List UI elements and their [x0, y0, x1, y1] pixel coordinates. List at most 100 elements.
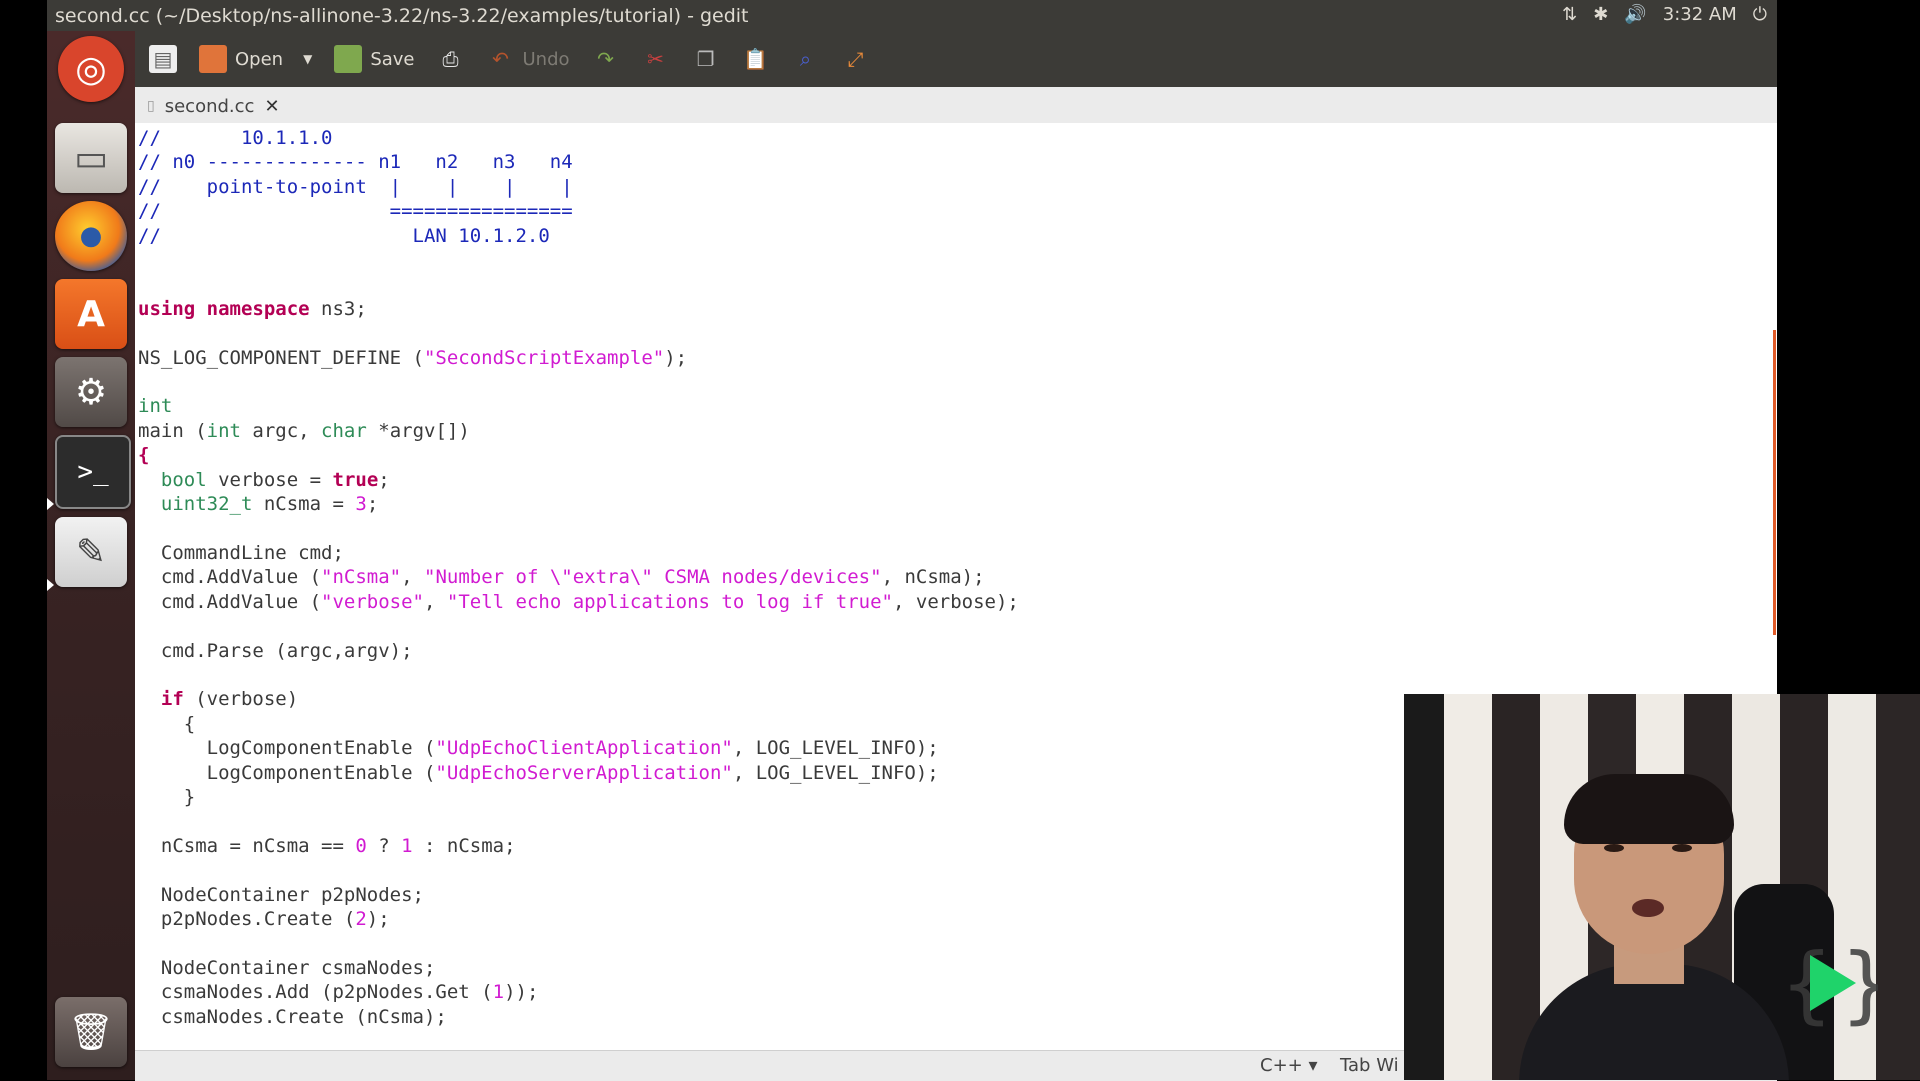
code-line[interactable]: csmaNodes.Create (nCsma); — [138, 1005, 1019, 1029]
close-icon[interactable]: ✕ — [264, 96, 279, 117]
code-token: : nCsma; — [412, 834, 516, 857]
bluetooth-icon[interactable]: ✱ — [1593, 4, 1608, 25]
code-line[interactable] — [138, 248, 1019, 272]
tab-width-selector[interactable]: Tab Wi — [1340, 1055, 1399, 1076]
scissors-icon: ✂ — [647, 47, 664, 71]
tab-bar: ▯ second.cc ✕ — [135, 87, 1777, 124]
code-line[interactable] — [138, 809, 1019, 833]
network-icon[interactable]: ⇅ — [1562, 4, 1577, 25]
code-token: *argv[]) — [366, 419, 470, 442]
code-line[interactable]: // n0 -------------- n1 n2 n3 n4 — [138, 150, 1019, 174]
code-line[interactable]: p2pNodes.Create (2); — [138, 907, 1019, 931]
code-line[interactable]: NS_LOG_COMPONENT_DEFINE ("SecondScriptEx… — [138, 346, 1019, 370]
software-glyph: A — [77, 293, 105, 335]
dash-home-icon[interactable]: ◎ — [58, 36, 124, 102]
undo-button[interactable]: ↶ Undo — [487, 45, 569, 73]
code-token: csmaNodes.Add (p2pNodes.Get ( — [138, 981, 493, 1004]
code-line[interactable]: if (verbose) — [138, 687, 1019, 711]
code-line[interactable]: { — [138, 443, 1019, 467]
code-token: "nCsma" — [321, 566, 402, 589]
code-token: NS_LOG_COMPONENT_DEFINE ( — [138, 346, 424, 369]
find-button[interactable]: ⌕ — [792, 45, 820, 73]
save-button[interactable]: Save — [334, 45, 415, 73]
paste-icon: 📋 — [743, 47, 768, 71]
copy-button[interactable]: ❐ — [692, 45, 720, 73]
code-token: // 10.1.1.0 — [138, 127, 333, 149]
code-line[interactable]: cmd.Parse (argc,argv); — [138, 639, 1019, 663]
system-tray: ⇅ ✱ 🔊 3:32 AM ⏻ — [1562, 4, 1767, 25]
text-editor-icon[interactable]: ✎ — [55, 517, 127, 587]
code-line[interactable]: // LAN 10.1.2.0 — [138, 224, 1019, 248]
code-token: 0 — [355, 834, 367, 857]
folder-icon — [199, 45, 227, 73]
code-line[interactable]: cmd.AddValue ("verbose", "Tell echo appl… — [138, 590, 1019, 614]
code-line[interactable]: bool verbose = true; — [138, 468, 1019, 492]
code-line[interactable] — [138, 663, 1019, 687]
code-token: p2pNodes.Create ( — [138, 908, 356, 930]
new-document-button[interactable]: ▤ — [149, 45, 177, 73]
code-token: NodeContainer csmaNodes; — [138, 956, 436, 979]
firefox-glyph: ● — [79, 221, 103, 251]
replace-button[interactable]: ⤢ — [842, 45, 870, 73]
power-icon[interactable]: ⏻ — [1753, 4, 1767, 25]
redo-button[interactable]: ↷ — [592, 45, 620, 73]
wall-stripe — [1404, 694, 1444, 1080]
person-eye — [1604, 844, 1624, 852]
code-line[interactable]: NodeContainer csmaNodes; — [138, 956, 1019, 980]
code-line[interactable]: } — [138, 785, 1019, 809]
code-line[interactable]: csmaNodes.Add (p2pNodes.Get (1)); — [138, 980, 1019, 1004]
code-line[interactable]: CommandLine cmd; — [138, 541, 1019, 565]
terminal-glyph: >_ — [77, 457, 109, 487]
code-line[interactable]: // ================ — [138, 199, 1019, 223]
code-line[interactable]: { — [138, 712, 1019, 736]
code-line[interactable] — [138, 517, 1019, 541]
code-line[interactable] — [138, 272, 1019, 296]
code-token: 2 — [355, 908, 367, 930]
firefox-icon[interactable]: ● — [55, 201, 127, 271]
code-token: ); — [664, 346, 688, 369]
wall-stripe — [1492, 694, 1540, 1080]
code-token: csmaNodes.Create (nCsma); — [138, 1005, 447, 1028]
terminal-icon[interactable]: >_ — [55, 435, 131, 509]
code-line[interactable]: uint32_t nCsma = 3; — [138, 492, 1019, 516]
code-line[interactable]: LogComponentEnable ("UdpEchoClientApplic… — [138, 736, 1019, 760]
open-button[interactable]: Open ▼ — [199, 45, 312, 73]
volume-icon[interactable]: 🔊 — [1624, 4, 1646, 25]
paste-button[interactable]: 📋 — [742, 45, 770, 73]
code-line[interactable] — [138, 858, 1019, 882]
redo-icon: ↷ — [597, 47, 614, 71]
code-line[interactable]: main (int argc, char *argv[]) — [138, 419, 1019, 443]
code-line[interactable]: LogComponentEnable ("UdpEchoServerApplic… — [138, 761, 1019, 785]
code-line[interactable]: using namespace ns3; — [138, 297, 1019, 321]
cut-button[interactable]: ✂ — [642, 45, 670, 73]
print-button[interactable]: ⎙ — [437, 45, 465, 73]
code-line[interactable]: int — [138, 394, 1019, 418]
code-line[interactable]: NodeContainer p2pNodes; — [138, 883, 1019, 907]
code-line[interactable]: cmd.AddValue ("nCsma", "Number of \"extr… — [138, 565, 1019, 589]
code-line[interactable] — [138, 321, 1019, 345]
code-token: ; — [366, 493, 379, 516]
language-selector[interactable]: C++ ▾ — [1260, 1055, 1318, 1076]
code-line[interactable] — [138, 931, 1019, 955]
code-line[interactable]: // 10.1.1.0 — [138, 126, 1019, 150]
chevron-down-icon[interactable]: ▼ — [303, 52, 312, 66]
code-token: "UdpEchoServerApplication" — [435, 761, 733, 784]
system-settings-icon[interactable]: ⚙ — [55, 357, 127, 427]
code-line[interactable]: // point-to-point | | | | — [138, 175, 1019, 199]
wall-stripe — [1876, 694, 1920, 1080]
tab-second-cc[interactable]: ▯ second.cc ✕ — [147, 91, 280, 121]
code-token: } — [138, 785, 196, 808]
scrollbar-indicator[interactable] — [1773, 330, 1776, 635]
files-icon[interactable]: ▭ — [55, 123, 127, 193]
code-line[interactable] — [138, 370, 1019, 394]
clock[interactable]: 3:32 AM — [1663, 4, 1737, 25]
code-line[interactable]: nCsma = nCsma == 0 ? 1 : nCsma; — [138, 834, 1019, 858]
code-text[interactable]: // 10.1.1.0// n0 -------------- n1 n2 n3… — [138, 126, 1019, 1029]
software-center-icon[interactable]: A — [55, 279, 127, 349]
trash-icon[interactable]: 🗑 — [55, 997, 127, 1067]
code-line[interactable] — [138, 614, 1019, 638]
code-token: { — [138, 444, 150, 467]
search-icon: ⌕ — [799, 47, 812, 71]
